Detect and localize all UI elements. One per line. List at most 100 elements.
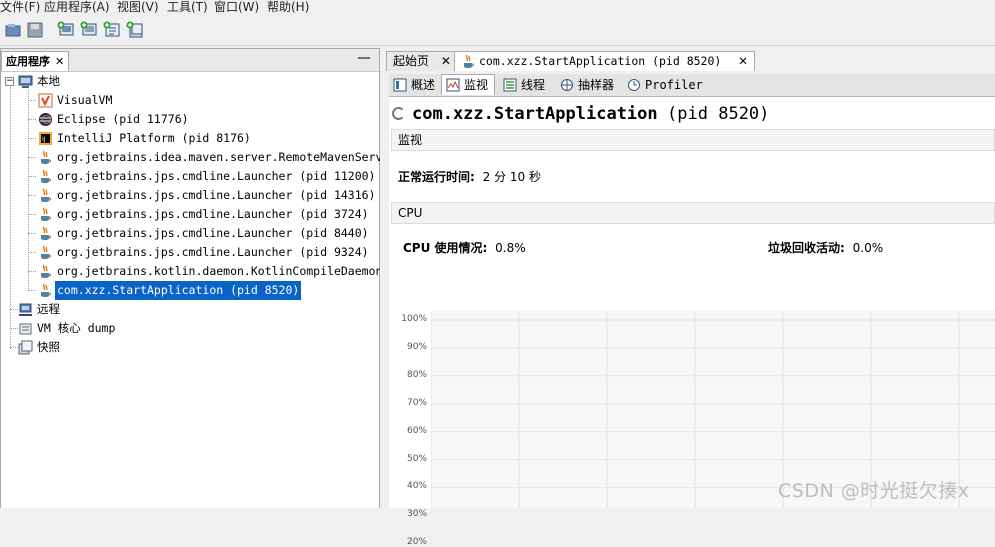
tab-label: 线程 xyxy=(521,78,546,92)
eclipse-icon xyxy=(38,112,53,127)
add-coredump-icon[interactable] xyxy=(80,21,98,39)
gc-activity-label: 垃圾回收活动: xyxy=(768,241,845,255)
applications-panel-header: 应用程序 ✕ — xyxy=(1,49,379,72)
tree-item-java-app[interactable]: org.jetbrains.kotlin.daemon.KotlinCompil… xyxy=(1,262,431,281)
menu-applications[interactable]: 应用程序(A) xyxy=(44,0,110,14)
add-jmx-icon[interactable] xyxy=(57,21,75,39)
tree-label: org.jetbrains.kotlin.daemon.KotlinCompil… xyxy=(57,264,431,278)
java-icon xyxy=(38,283,53,298)
tree-label: org.jetbrains.jps.cmdline.Launcher (pid … xyxy=(57,226,369,240)
tree-node-coredump[interactable]: VM 核心 dump xyxy=(1,319,379,338)
y-tick-label: 70% xyxy=(406,397,427,408)
tree-node-remote[interactable]: 远程 xyxy=(1,300,379,319)
tree-item-java-app[interactable]: org.jetbrains.idea.maven.server.RemoteMa… xyxy=(1,148,431,167)
close-icon[interactable]: ✕ xyxy=(55,55,64,68)
monitor-section-header[interactable]: 监视 xyxy=(391,129,995,151)
tree-item-java-app[interactable]: org.jetbrains.jps.cmdline.Launcher (pid … xyxy=(1,167,379,186)
add-snapshot-icon[interactable] xyxy=(126,21,144,39)
gc-activity-row: 垃圾回收活动: 0.0% xyxy=(768,239,883,256)
menu-window[interactable]: 窗口(W) xyxy=(214,0,259,14)
tree-label-selected: com.xzz.StartApplication (pid 8520) xyxy=(55,281,302,300)
applications-tab-label: 应用程序 xyxy=(6,55,50,68)
svg-text:IJ: IJ xyxy=(42,136,46,143)
tree-label: org.jetbrains.jps.cmdline.Launcher (pid … xyxy=(57,169,376,183)
y-tick-label: 40% xyxy=(406,481,427,492)
gc-activity-value: 0.0% xyxy=(852,241,884,255)
y-tick-label: 80% xyxy=(406,369,427,380)
cpu-usage-label: CPU 使用情况: xyxy=(403,241,488,255)
tab-start-page[interactable]: 起始页 ✕ xyxy=(386,51,458,71)
tree-label-remote: 远程 xyxy=(37,302,60,316)
java-icon xyxy=(38,207,53,222)
intellij-icon: IJ xyxy=(38,131,53,146)
menu-view[interactable]: 视图(V) xyxy=(117,0,159,14)
y-tick-label: 100% xyxy=(401,314,427,324)
close-icon[interactable]: ✕ xyxy=(441,54,451,68)
menu-help[interactable]: 帮助(H) xyxy=(267,0,309,14)
cpu-usage-row: CPU 使用情况: 0.8% xyxy=(403,239,526,256)
watermark: CSDN @时光挺欠揍x xyxy=(778,480,970,502)
tab-label: com.xzz.StartApplication (pid 8520) xyxy=(479,54,722,68)
page-title-main: com.xzz.StartApplication xyxy=(412,104,658,124)
spinner-icon xyxy=(392,107,405,120)
tab-sampler[interactable]: 抽样器 xyxy=(556,75,620,95)
menu-tools[interactable]: 工具(T) xyxy=(167,0,208,14)
tree-label: org.jetbrains.jps.cmdline.Launcher (pid … xyxy=(57,207,369,221)
remote-icon xyxy=(18,302,33,317)
java-icon xyxy=(38,150,53,165)
cpu-section-header[interactable]: CPU xyxy=(391,202,995,224)
tree-label: IntelliJ Platform (pid 8176) xyxy=(57,131,251,145)
minimize-icon[interactable]: — xyxy=(357,50,371,66)
cpu-usage-value: 0.8% xyxy=(495,241,526,255)
uptime-label: 正常运行时间: xyxy=(398,170,475,184)
menu-file[interactable]: 文件(F) xyxy=(0,0,40,14)
tab-monitor[interactable]: 监视 xyxy=(441,74,496,95)
snapshot-icon xyxy=(18,340,33,355)
java-icon xyxy=(38,188,53,203)
tree-label-coredump: VM 核心 dump xyxy=(37,321,116,335)
tab-label: 概述 xyxy=(411,78,436,92)
page-title-pid: (pid 8520) xyxy=(667,104,770,124)
tree-node-snapshots[interactable]: 快照 xyxy=(1,338,379,357)
tab-profiler[interactable]: Profiler xyxy=(623,75,709,95)
y-tick-label: 30% xyxy=(406,509,427,520)
close-icon[interactable]: ✕ xyxy=(738,54,748,68)
tree-item-visualvm[interactable]: VisualVM xyxy=(1,91,379,110)
visualvm-icon xyxy=(38,93,53,108)
uptime-value: 2 分 10 秒 xyxy=(482,170,541,184)
java-icon xyxy=(38,264,53,279)
applications-panel: 应用程序 ✕ — − 本地 VisualVM Eclipse (pid 11776… xyxy=(0,48,431,508)
java-icon xyxy=(461,54,476,69)
open-icon[interactable] xyxy=(4,21,22,39)
tree-item-eclipse[interactable]: Eclipse (pid 11776) xyxy=(1,110,379,129)
tree-label: Eclipse (pid 11776) xyxy=(57,112,189,126)
computer-icon xyxy=(18,74,33,89)
tree-label: org.jetbrains.idea.maven.server.RemoteMa… xyxy=(57,150,431,164)
tab-label: 起始页 xyxy=(393,54,430,68)
tab-label: Profiler xyxy=(645,78,703,92)
java-icon xyxy=(38,245,53,260)
tab-threads[interactable]: 线程 xyxy=(499,75,551,95)
tree-label: org.jetbrains.jps.cmdline.Launcher (pid … xyxy=(57,188,376,202)
tree-item-java-app[interactable]: org.jetbrains.jps.cmdline.Launcher (pid … xyxy=(1,243,379,262)
tree-item-intellij[interactable]: IJ IntelliJ Platform (pid 8176) xyxy=(1,129,379,148)
tree-label: org.jetbrains.jps.cmdline.Launcher (pid … xyxy=(57,245,369,259)
java-icon xyxy=(38,226,53,241)
tree-item-selected-app[interactable]: com.xzz.StartApplication (pid 8520) xyxy=(1,281,379,300)
tree-node-local[interactable]: − 本地 xyxy=(1,72,379,91)
collapse-icon[interactable]: − xyxy=(5,77,14,86)
page-title: com.xzz.StartApplication (pid 8520) xyxy=(412,104,769,124)
monitor-icon xyxy=(446,78,460,92)
tree-item-java-app[interactable]: org.jetbrains.jps.cmdline.Launcher (pid … xyxy=(1,224,379,243)
toolbar xyxy=(0,15,995,46)
tree-item-java-app[interactable]: org.jetbrains.jps.cmdline.Launcher (pid … xyxy=(1,205,379,224)
tree-label: VisualVM xyxy=(57,93,113,107)
tab-overview[interactable]: 概述 xyxy=(389,75,441,95)
tree-item-java-app[interactable]: org.jetbrains.jps.cmdline.Launcher (pid … xyxy=(1,186,379,205)
add-heapdump-icon[interactable] xyxy=(103,21,121,39)
save-icon[interactable] xyxy=(26,21,44,39)
tab-application[interactable]: com.xzz.StartApplication (pid 8520) ✕ xyxy=(454,51,755,71)
applications-tab[interactable]: 应用程序 ✕ xyxy=(1,51,70,71)
overview-icon xyxy=(393,78,407,92)
subtab-bar: 概述 监视 线程 抽样器 Profiler xyxy=(389,74,995,97)
